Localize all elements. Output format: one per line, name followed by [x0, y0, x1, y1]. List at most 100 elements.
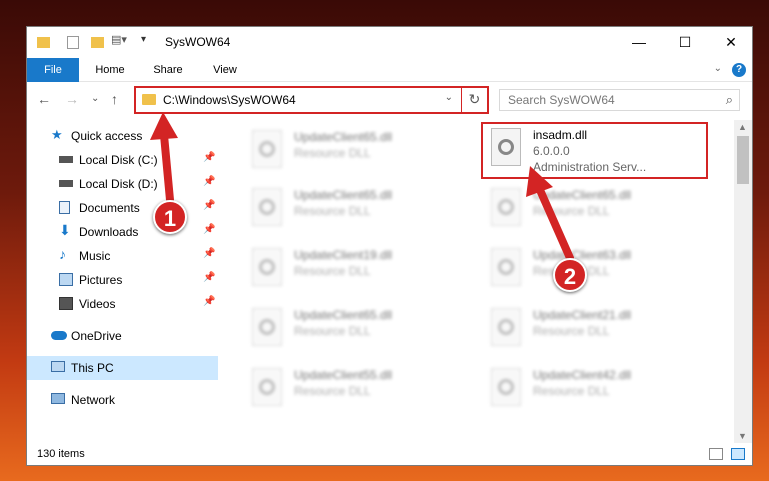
sidebar-item-pictures[interactable]: Pictures 📌	[27, 268, 218, 292]
pin-icon[interactable]: 📌	[203, 176, 215, 187]
chevron-down-icon[interactable]: ⌄	[445, 92, 453, 103]
sidebar-item-music[interactable]: ♪ Music 📌	[27, 244, 218, 268]
pin-icon[interactable]: 📌	[203, 272, 215, 283]
dll-file-icon	[252, 130, 282, 168]
sidebar-item-this-pc[interactable]: This PC	[27, 356, 218, 380]
search-placeholder: Search SysWOW64	[508, 93, 615, 107]
network-icon	[51, 393, 65, 404]
scroll-down-icon[interactable]: ▼	[738, 431, 747, 441]
file-item[interactable]: UpdateClient65.dll Resource DLL	[246, 184, 476, 242]
tab-view[interactable]: View	[203, 58, 247, 82]
refresh-icon[interactable]: ↻	[461, 88, 487, 112]
drive-icon	[59, 180, 73, 187]
help-icon[interactable]: ?	[732, 63, 746, 77]
file-item[interactable]: UpdateClient65.dll Resource DLL	[485, 184, 715, 242]
file-type: Resource DLL	[294, 324, 371, 338]
gear-icon	[259, 259, 275, 275]
file-item[interactable]: UpdateClient65.dll Resource DLL	[246, 126, 476, 184]
sidebar-item-onedrive[interactable]: OneDrive	[27, 324, 218, 348]
pin-icon[interactable]: 📌	[203, 296, 215, 307]
sidebar-item-label: Local Disk (D:)	[79, 177, 158, 191]
back-icon[interactable]: ←	[37, 91, 51, 107]
address-bar[interactable]: C:\Windows\SysWOW64 ⌄ ↻	[134, 86, 489, 114]
recent-locations-icon[interactable]: ⌄	[91, 93, 99, 104]
vertical-scrollbar[interactable]: ▲ ▼	[734, 120, 752, 443]
properties-icon[interactable]	[67, 36, 79, 49]
up-icon[interactable]: ↑	[111, 91, 118, 107]
file-type: Resource DLL	[533, 204, 610, 218]
sidebar-item-videos[interactable]: Videos 📌	[27, 292, 218, 316]
customize-toolbar-icon[interactable]: ▤▾	[111, 33, 127, 46]
address-path[interactable]: C:\Windows\SysWOW64	[163, 93, 296, 107]
item-count: 130 items	[37, 448, 85, 460]
pin-icon[interactable]: 📌	[203, 200, 215, 211]
large-icons-view-icon[interactable]	[731, 448, 745, 460]
sidebar-item-label: Videos	[79, 297, 116, 311]
dll-file-icon	[491, 188, 521, 226]
downloads-icon: ⬇	[59, 222, 71, 238]
highlight-box	[481, 122, 708, 179]
dll-file-icon	[252, 188, 282, 226]
sidebar-item-downloads[interactable]: ⬇ Downloads 📌	[27, 220, 218, 244]
details-view-icon[interactable]	[709, 448, 723, 460]
file-list: UpdateClient65.dll Resource DLL UpdateCl…	[222, 120, 734, 443]
sidebar-item-label: OneDrive	[71, 329, 122, 343]
close-button[interactable]: ✕	[708, 27, 752, 58]
sidebar-item-label: Documents	[79, 201, 140, 215]
tab-share[interactable]: Share	[145, 58, 191, 82]
search-icon[interactable]: ⌕	[726, 92, 733, 108]
expand-ribbon-icon[interactable]: ⌄	[714, 63, 722, 74]
sidebar-item-documents[interactable]: Documents 📌	[27, 196, 218, 220]
cloud-icon	[51, 331, 67, 340]
drive-icon	[59, 156, 73, 163]
pictures-icon	[59, 273, 73, 286]
step-badge-1: 1	[153, 200, 187, 234]
pin-icon[interactable]: 📌	[203, 152, 215, 163]
file-item[interactable]: UpdateClient19.dll Resource DLL	[246, 244, 476, 302]
sidebar-item-label: Music	[79, 249, 111, 263]
sidebar-item-network[interactable]: Network	[27, 388, 218, 412]
minimize-button[interactable]: —	[616, 27, 662, 58]
file-type: Resource DLL	[533, 324, 610, 338]
file-name: UpdateClient42.dll	[533, 368, 632, 382]
status-bar: 130 items	[27, 443, 752, 465]
explorer-window: ▤▾ ▾ SysWOW64 — ☐ ✕ File Home Share View…	[26, 26, 753, 466]
sidebar-item-local-disk-d[interactable]: Local Disk (D:) 📌	[27, 172, 218, 196]
file-type: Resource DLL	[294, 384, 371, 398]
tab-home[interactable]: Home	[87, 58, 133, 82]
gear-icon	[498, 259, 514, 275]
file-item[interactable]: UpdateClient42.dll Resource DLL	[485, 364, 715, 422]
star-icon: ★	[51, 127, 63, 142]
dll-file-icon	[252, 368, 282, 406]
sidebar-item-quick-access[interactable]: ★ Quick access	[27, 124, 218, 148]
scroll-thumb[interactable]	[737, 136, 749, 184]
file-type: Resource DLL	[294, 264, 371, 278]
dll-file-icon	[252, 248, 282, 286]
file-item[interactable]: UpdateClient21.dll Resource DLL	[485, 304, 715, 362]
pin-icon[interactable]: 📌	[203, 224, 215, 235]
file-type: Resource DLL	[294, 146, 371, 160]
tab-file[interactable]: File	[27, 58, 79, 82]
file-type: Resource DLL	[533, 384, 610, 398]
dll-file-icon	[491, 248, 521, 286]
file-item[interactable]: UpdateClient55.dll Resource DLL	[246, 364, 476, 422]
pin-icon[interactable]: 📌	[203, 248, 215, 259]
sidebar-item-label: Network	[71, 393, 116, 407]
new-folder-icon[interactable]	[91, 37, 104, 48]
maximize-button[interactable]: ☐	[662, 27, 708, 58]
title-bar: ▤▾ ▾ SysWOW64 — ☐ ✕	[27, 27, 752, 58]
sidebar-item-local-disk-c[interactable]: Local Disk (C:) 📌	[27, 148, 218, 172]
ribbon: File Home Share View ⌄ ?	[27, 58, 752, 82]
file-name: UpdateClient65.dll	[294, 308, 393, 322]
file-name: UpdateClient65.dll	[294, 130, 393, 144]
chevron-down-icon[interactable]: ▾	[141, 34, 146, 45]
file-item[interactable]: UpdateClient65.dll Resource DLL	[246, 304, 476, 362]
sidebar-item-label: Pictures	[79, 273, 123, 287]
file-item[interactable]: UpdateClient63.dll Resource DLL	[485, 244, 715, 302]
folder-icon	[142, 94, 156, 105]
search-input[interactable]: Search SysWOW64 ⌕	[499, 89, 740, 111]
forward-icon[interactable]: →	[65, 91, 79, 107]
sidebar-item-label: Quick access	[71, 129, 143, 143]
navigation-bar: ← → ⌄ ↑ C:\Windows\SysWOW64 ⌄ ↻ Search S…	[27, 82, 752, 118]
scroll-up-icon[interactable]: ▲	[738, 122, 747, 132]
